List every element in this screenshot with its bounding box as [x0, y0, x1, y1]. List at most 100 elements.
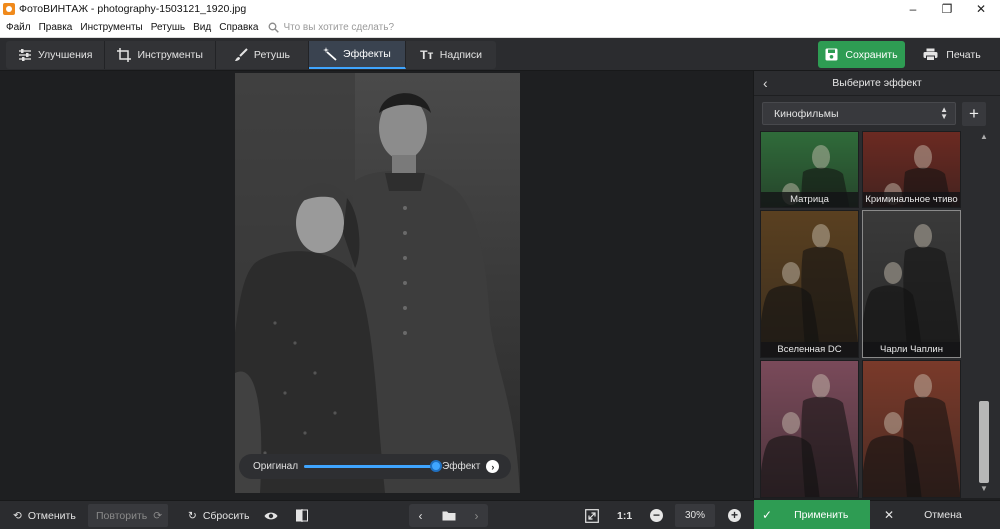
redo-button[interactable]: Повторить ⟳	[88, 504, 168, 527]
effect-name: Матрица	[761, 192, 858, 207]
reset-icon: ↻	[188, 509, 197, 522]
save-label: Сохранить	[845, 48, 898, 61]
tab-label: Инструменты	[137, 49, 203, 61]
tab-effects[interactable]: Эффекты	[309, 41, 406, 69]
save-button[interactable]: Сохранить	[818, 41, 905, 68]
scroll-up-icon[interactable]: ▲	[976, 131, 992, 143]
original-label: Оригинал	[253, 461, 299, 472]
effect-name: Криминальное чтиво	[863, 192, 960, 207]
tab-label: Эффекты	[343, 48, 391, 60]
plus-icon: +	[969, 104, 979, 123]
compare-slider-handle[interactable]	[430, 460, 443, 472]
fit-screen-icon	[585, 508, 599, 523]
menu-bar: Файл Правка Инструменты Ретушь Вид Справ…	[0, 17, 1000, 38]
cancel-label: Отмена	[924, 508, 962, 521]
preview-toggle-button[interactable]	[264, 504, 278, 527]
tab-label: Ретушь	[253, 49, 291, 61]
previous-photo-icon[interactable]: ‹	[419, 509, 423, 523]
compare-slider-fill	[304, 465, 437, 468]
effects-scrollbar[interactable]: ▲ ▼	[976, 131, 992, 495]
scrollbar-thumb[interactable]	[979, 401, 989, 483]
menu-help[interactable]: Справка	[215, 22, 262, 33]
effect-thumb-pulp-fiction[interactable]: Криминальное чтиво	[862, 131, 961, 208]
tab-label: Улучшения	[38, 49, 93, 61]
fit-screen-button[interactable]	[585, 504, 599, 527]
zoom-in-icon[interactable]: +	[728, 509, 741, 522]
scroll-down-icon[interactable]: ▼	[976, 483, 992, 495]
print-label: Печать	[946, 48, 981, 61]
zoom-out-icon[interactable]: −	[650, 509, 663, 522]
cancel-button[interactable]: ✕ Отмена	[874, 500, 1000, 529]
tab-label: Надписи	[439, 49, 482, 61]
split-view-icon	[296, 509, 308, 522]
checkmark-icon: ✓	[762, 507, 773, 522]
zoom-level[interactable]: 30%	[675, 504, 715, 527]
effects-grid: Матрица Криминальное чтиво Вселенная DC …	[760, 131, 966, 498]
select-arrows-icon: ▲ ▼	[940, 105, 948, 121]
back-arrow-icon[interactable]: ‹	[763, 75, 768, 91]
undo-label: Отменить	[27, 509, 76, 522]
effect-name: Вселенная DC	[761, 342, 858, 357]
menu-retouch[interactable]: Ретушь	[147, 22, 189, 33]
sliders-icon	[18, 48, 32, 62]
menu-edit[interactable]: Правка	[35, 22, 77, 33]
compare-split-button[interactable]	[296, 504, 308, 527]
print-button[interactable]: Печать	[908, 41, 996, 68]
actual-size-button[interactable]: 1:1	[617, 504, 632, 527]
close-icon: ✕	[884, 507, 895, 522]
menu-tools[interactable]: Инструменты	[76, 22, 146, 33]
effect-thumb-sepia-red[interactable]	[862, 360, 961, 498]
printer-icon	[923, 48, 938, 61]
effect-thumb-image	[761, 211, 858, 357]
tab-enhancements[interactable]: Улучшения	[6, 41, 106, 69]
photo-preview[interactable]	[235, 73, 520, 493]
photo-canvas[interactable]	[0, 71, 752, 498]
effect-label: Эффект	[442, 461, 481, 472]
reset-label: Сбросить	[202, 509, 250, 522]
category-select[interactable]: Кинофильмы ▲ ▼	[762, 102, 956, 125]
effect-thumb-image	[863, 361, 960, 497]
maximize-button[interactable]: ❐	[931, 0, 963, 17]
effects-panel: ‹ Выберите эффект Кинофильмы ▲ ▼ + Матриц…	[753, 71, 1000, 498]
effect-thumb-image	[761, 361, 858, 497]
undo-button[interactable]: ⟲ Отменить	[13, 504, 76, 527]
effect-thumb-dc-universe[interactable]: Вселенная DC	[760, 210, 859, 358]
effect-thumb-charlie-chaplin[interactable]: Чарли Чаплин	[862, 210, 961, 358]
menu-file[interactable]: Файл	[0, 22, 35, 33]
panel-header: ‹ Выберите эффект	[754, 71, 1000, 96]
redo-label: Повторить	[96, 509, 148, 522]
reset-button[interactable]: ↻ Сбросить	[188, 504, 249, 527]
effect-thumb-matrix[interactable]: Матрица	[760, 131, 859, 208]
search-input[interactable]: Что вы хотите сделать?	[283, 22, 394, 33]
next-photo-icon[interactable]: ›	[475, 509, 479, 523]
command-search[interactable]: Что вы хотите сделать?	[268, 22, 394, 33]
window-title: ФотоВИНТАЖ - photography-1503121_1920.jp…	[19, 2, 247, 15]
tab-tools[interactable]: Инструменты	[105, 41, 216, 69]
folder-icon[interactable]	[442, 510, 456, 521]
before-after-slider: Оригинал Эффект ›	[239, 454, 511, 479]
crop-icon	[117, 48, 132, 62]
effect-thumb-image	[863, 211, 960, 357]
apply-button[interactable]: ✓ Применить	[754, 500, 870, 529]
category-select-value: Кинофильмы	[774, 107, 839, 120]
redo-icon: ⟳	[153, 509, 163, 522]
search-icon	[269, 22, 280, 33]
add-effect-button[interactable]: +	[962, 102, 986, 126]
app-logo-icon	[3, 2, 15, 15]
close-window-button[interactable]: ✕	[965, 0, 997, 17]
eye-icon	[264, 512, 278, 519]
effect-thumb-rose[interactable]	[760, 360, 859, 498]
brush-icon	[234, 48, 248, 62]
tab-captions[interactable]: Tт Надписи	[406, 41, 496, 69]
undo-icon: ⟲	[13, 509, 22, 522]
panel-title: Выберите эффект	[832, 77, 922, 89]
title-bar: ФотоВИНТАЖ - photography-1503121_1920.jp…	[0, 0, 1000, 17]
menu-view[interactable]: Вид	[189, 22, 215, 33]
minimize-button[interactable]: ‒	[897, 0, 929, 17]
tab-retouch[interactable]: Ретушь	[216, 41, 310, 69]
compare-slider-track[interactable]	[304, 460, 443, 472]
photo-navigation: ‹ ›	[409, 504, 488, 527]
magic-wand-icon	[323, 47, 337, 61]
chevron-right-icon[interactable]: ›	[486, 460, 500, 473]
save-icon	[825, 48, 838, 61]
